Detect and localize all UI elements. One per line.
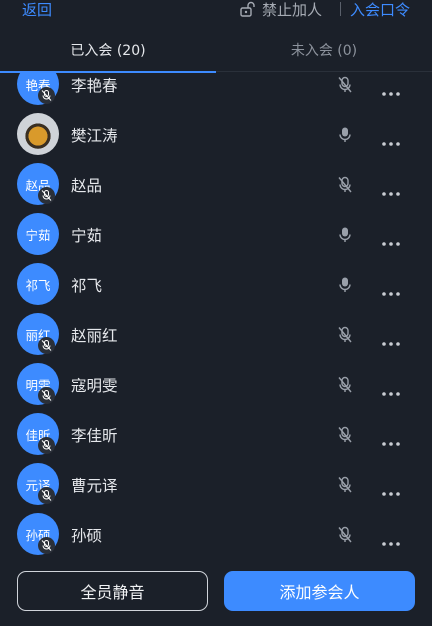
muted-badge-icon: [38, 437, 55, 454]
muted-badge-icon: [38, 537, 55, 554]
mic-muted-icon[interactable]: [337, 376, 353, 394]
participant-name: 曹元译: [71, 477, 118, 495]
muted-badge-icon: [38, 337, 55, 354]
participant-name: 李佳昕: [71, 427, 118, 445]
mic-muted-icon[interactable]: [337, 476, 353, 494]
back-button[interactable]: 返回: [22, 0, 52, 20]
tab-not-joined[interactable]: 未入会 (0): [216, 40, 432, 60]
mic-muted-icon[interactable]: [337, 526, 353, 544]
participant-row[interactable]: 祁飞 祁飞: [0, 260, 432, 310]
participant-row[interactable]: 赵品 赵品: [0, 160, 432, 210]
more-options-icon[interactable]: [381, 382, 401, 396]
mic-muted-icon[interactable]: [337, 326, 353, 344]
mute-all-button[interactable]: 全员静音: [17, 571, 208, 611]
participant-row[interactable]: 艳春 李艳春: [0, 72, 432, 110]
participant-tabs: 已入会 (20) 未入会 (0): [0, 30, 432, 73]
participant-name: 赵品: [71, 177, 103, 195]
mic-muted-icon[interactable]: [337, 176, 353, 194]
mic-icon[interactable]: [337, 276, 353, 294]
mic-icon[interactable]: [337, 226, 353, 244]
avatar: 祁飞: [17, 263, 59, 305]
muted-badge-icon: [38, 187, 55, 204]
add-participant-button[interactable]: 添加参会人: [224, 571, 415, 611]
participant-name: 宁茹: [71, 227, 103, 245]
top-bar: 返回 禁止加人 入会口令: [0, 0, 432, 20]
muted-badge-icon: [38, 487, 55, 504]
participant-name: 李艳春: [71, 77, 118, 95]
more-options-icon[interactable]: [381, 282, 401, 296]
more-options-icon[interactable]: [381, 332, 401, 346]
more-options-icon[interactable]: [381, 132, 401, 146]
meeting-password-link[interactable]: 入会口令: [350, 0, 410, 20]
muted-badge-icon: [38, 87, 55, 104]
participant-row[interactable]: 宁茹 宁茹: [0, 210, 432, 260]
participant-name: 赵丽红: [71, 327, 118, 345]
divider: [340, 2, 341, 16]
participant-name: 祁飞: [71, 277, 103, 295]
participant-name: 寇明雯: [71, 377, 118, 395]
participant-name: 樊江涛: [71, 127, 118, 145]
footer-bar: 全员静音 添加参会人: [0, 560, 432, 626]
participant-row[interactable]: 佳昕 李佳昕: [0, 410, 432, 460]
more-options-icon[interactable]: [381, 482, 401, 496]
participant-name: 孙硕: [71, 527, 103, 545]
participant-row[interactable]: 丽红 赵丽红: [0, 310, 432, 360]
more-options-icon[interactable]: [381, 432, 401, 446]
tab-joined[interactable]: 已入会 (20): [0, 40, 216, 60]
mic-muted-icon[interactable]: [337, 76, 353, 94]
more-options-icon[interactable]: [381, 182, 401, 196]
participant-list[interactable]: 艳春 李艳春 樊江涛 赵品 赵品 宁茹 宁茹 祁飞 祁飞 丽红 赵丽红 明雯 寇明雯 佳昕 李佳昕 元译 曹元译…: [0, 72, 432, 560]
mic-muted-icon[interactable]: [337, 426, 353, 444]
mic-icon[interactable]: [337, 126, 353, 144]
avatar: 宁茹: [17, 213, 59, 255]
lock-icon: [239, 1, 255, 17]
lock-join-toggle[interactable]: 禁止加人: [262, 0, 322, 20]
participant-row[interactable]: 明雯 寇明雯: [0, 360, 432, 410]
more-options-icon[interactable]: [381, 232, 401, 246]
more-options-icon[interactable]: [381, 532, 401, 546]
muted-badge-icon: [38, 387, 55, 404]
participant-row[interactable]: 孙硕 孙硕: [0, 510, 432, 560]
participant-row[interactable]: 元译 曹元译: [0, 460, 432, 510]
avatar: [17, 113, 59, 155]
participant-row[interactable]: 樊江涛: [0, 110, 432, 160]
more-options-icon[interactable]: [381, 82, 401, 96]
